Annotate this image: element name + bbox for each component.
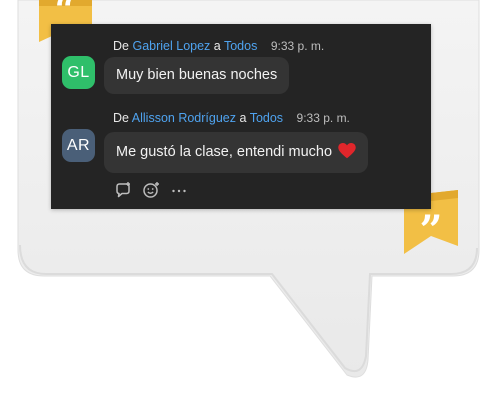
avatar[interactable]: GL: [62, 56, 95, 89]
avatar[interactable]: AR: [62, 129, 95, 162]
message-text[interactable]: Muy bien buenas noches: [104, 57, 290, 94]
recipient-name[interactable]: Todos: [224, 39, 257, 53]
add-reaction-button[interactable]: [141, 180, 161, 200]
add-reaction-icon: [143, 182, 159, 198]
chat-panel: De Gabriel Lopez a Todos 9:33 p. m. GL M…: [51, 24, 431, 209]
message-prefix: De: [113, 111, 129, 125]
svg-text:”: ”: [419, 207, 442, 254]
message-header: De Allisson Rodríguez a Todos 9:33 p. m.: [113, 111, 350, 125]
message-header: De Gabriel Lopez a Todos 9:33 p. m.: [113, 39, 324, 53]
message-prefix: De: [113, 39, 129, 53]
more-options-button[interactable]: [169, 180, 189, 200]
message-text: Me gustó la clase, entendi mucho: [116, 144, 333, 160]
sender-name[interactable]: Gabriel Lopez: [132, 39, 210, 53]
recipient-name[interactable]: Todos: [250, 111, 283, 125]
message-time: 9:33 p. m.: [270, 39, 325, 53]
heart-icon: [338, 142, 356, 158]
reply-button[interactable]: [113, 180, 133, 200]
sender-name[interactable]: Allisson Rodríguez: [132, 111, 236, 125]
message-bubble[interactable]: Me gustó la clase, entendi mucho: [104, 132, 369, 173]
message-connector: a: [239, 111, 247, 125]
more-options-icon: [172, 189, 186, 193]
reply-icon: [116, 182, 130, 198]
message-time: 9:33 p. m.: [296, 111, 350, 125]
message-connector: a: [213, 39, 221, 53]
